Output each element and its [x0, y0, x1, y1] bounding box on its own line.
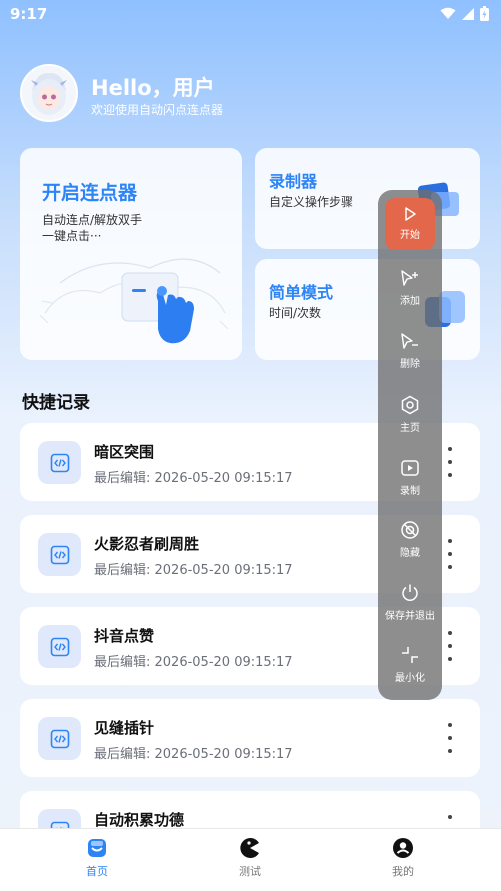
record-name: 暗区突围 [94, 443, 155, 461]
record-time: 最后编辑: 2026-05-20 09:15:17 [94, 655, 293, 670]
home-icon [88, 839, 106, 857]
tab-test-label: 测试 [239, 865, 261, 878]
avatar[interactable] [20, 64, 78, 122]
status-icons [440, 6, 489, 21]
add-pointer-icon [401, 270, 418, 286]
start-clicker-desc-1: 自动连点/解放双手 [42, 213, 143, 227]
user-header: Hello，用户 欢迎使用自动闪点连点器 [20, 64, 480, 124]
hide-eye-icon [401, 521, 419, 539]
start-clicker-card[interactable]: 开启连点器 自动连点/解放双手 一键点击··· [20, 148, 242, 360]
record-name: 火影忍者刷周胜 [94, 535, 200, 553]
record-time: 最后编辑: 2026-05-20 09:15:17 [94, 471, 293, 486]
delete-button[interactable]: 删除 [378, 333, 442, 370]
minimize-button[interactable]: 最小化 [378, 645, 442, 684]
recorder-subtitle: 自定义操作步骤 [269, 195, 354, 209]
recorder-card[interactable]: 录制器 自定义操作步骤 [255, 148, 480, 249]
add-button[interactable]: 添加 [378, 270, 442, 307]
code-file-icon [38, 533, 81, 576]
home-button[interactable]: 主页 [378, 395, 442, 434]
tab-profile[interactable]: 我的 [363, 837, 443, 879]
hide-label: 隐藏 [400, 548, 420, 559]
record-name: 抖音点赞 [94, 627, 155, 645]
quick-records-title: 快捷记录 [22, 393, 90, 413]
start-clicker-title: 开启连点器 [42, 182, 138, 204]
code-file-icon [38, 441, 81, 484]
start-clicker-desc-2: 一键点击··· [42, 229, 102, 243]
welcome-text: 欢迎使用自动闪点连点器 [91, 103, 224, 117]
power-icon [402, 584, 418, 601]
tap-hand-illustration [40, 258, 229, 344]
tab-home[interactable]: 首页 [57, 837, 137, 879]
status-bar: 9:17 [0, 0, 501, 28]
signal-icon [462, 8, 474, 20]
play-icon [405, 207, 416, 221]
code-file-icon [38, 625, 81, 668]
remove-pointer-icon [401, 333, 418, 349]
record-name: 见缝插针 [94, 719, 155, 737]
minimize-icon [402, 647, 418, 663]
video-record-icon [401, 460, 419, 476]
add-label: 添加 [400, 296, 420, 307]
record-label: 录制 [400, 486, 420, 497]
start-button[interactable]: 开始 [385, 198, 435, 250]
tab-profile-label: 我的 [392, 865, 414, 878]
simple-mode-title: 简单模式 [269, 283, 334, 302]
record-name: 自动积累功德 [94, 811, 185, 829]
greeting-title: Hello，用户 [91, 76, 215, 100]
pacman-icon [240, 838, 259, 858]
home-label: 主页 [400, 423, 420, 434]
status-time: 9:17 [10, 5, 48, 23]
simple-mode-subtitle: 时间/次数 [269, 306, 322, 320]
bottom-tab-bar: 首页 测试 我的 [0, 828, 501, 891]
record-time: 最后编辑: 2026-05-20 09:15:17 [94, 747, 293, 762]
hide-button[interactable]: 隐藏 [378, 520, 442, 559]
save-exit-button[interactable]: 保存并退出 [378, 583, 442, 622]
more-options-icon[interactable] [446, 447, 454, 477]
profile-icon [393, 838, 413, 858]
more-options-icon[interactable] [446, 631, 454, 661]
record-button[interactable]: 录制 [378, 458, 442, 497]
record-item[interactable]: 见缝插针 最后编辑: 2026-05-20 09:15:17 [20, 699, 480, 777]
start-label: 开始 [400, 230, 420, 241]
more-options-icon[interactable] [446, 723, 454, 753]
simple-mode-card[interactable]: 简单模式 时间/次数 [255, 259, 480, 360]
minimize-label: 最小化 [395, 673, 425, 684]
battery-icon [480, 6, 489, 21]
floating-control-panel[interactable]: 开始 添加 删除 主页 录制 隐藏 保存并退出 最小化 [378, 190, 442, 700]
tab-home-label: 首页 [86, 865, 108, 878]
settings-hex-icon [401, 395, 419, 415]
save-exit-label: 保存并退出 [385, 611, 435, 622]
code-file-icon [38, 717, 81, 760]
wifi-icon [440, 7, 456, 19]
record-time: 最后编辑: 2026-05-20 09:15:17 [94, 563, 293, 578]
recorder-title: 录制器 [269, 172, 318, 191]
delete-label: 删除 [400, 359, 420, 370]
tab-test[interactable]: 测试 [210, 837, 290, 879]
more-options-icon[interactable] [446, 539, 454, 569]
